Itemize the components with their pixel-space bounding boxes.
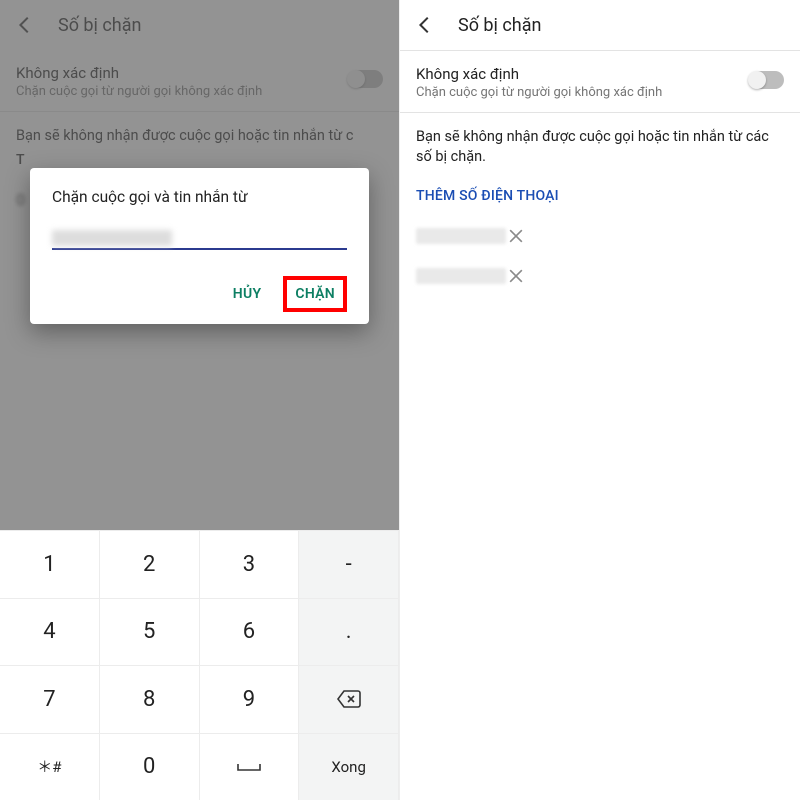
- add-number-link[interactable]: THÊM SỐ ĐIỆN THOẠI: [400, 182, 800, 216]
- key-backspace[interactable]: [299, 665, 399, 733]
- key-symbols[interactable]: ＊#: [0, 733, 100, 800]
- list-item: [400, 216, 800, 256]
- block-button[interactable]: CHẶN: [283, 276, 347, 312]
- unknown-caller-setting[interactable]: Không xác định Chặn cuộc gọi từ người gọ…: [400, 51, 800, 112]
- remove-icon[interactable]: [506, 266, 526, 286]
- cancel-button[interactable]: HỦY: [221, 276, 274, 312]
- key-2[interactable]: 2: [100, 530, 200, 598]
- key-3[interactable]: 3: [200, 530, 300, 598]
- remove-icon[interactable]: [506, 226, 526, 246]
- key-4[interactable]: 4: [0, 598, 100, 666]
- back-icon[interactable]: [414, 14, 436, 36]
- blocked-number: [416, 228, 506, 244]
- dialog-title: Chặn cuộc gọi và tin nhắn từ: [52, 188, 347, 206]
- setting-subtitle: Chặn cuộc gọi từ người gọi không xác địn…: [416, 85, 750, 100]
- block-dialog: Chặn cuộc gọi và tin nhắn từ HỦY CHẶN: [30, 168, 369, 324]
- setting-title: Không xác định: [416, 65, 750, 83]
- key-9[interactable]: 9: [200, 665, 300, 733]
- toggle-switch[interactable]: [750, 71, 784, 89]
- key-0[interactable]: 0: [100, 733, 200, 800]
- key-dot[interactable]: .: [299, 598, 399, 666]
- list-item: [400, 256, 800, 296]
- page-title: Số bị chặn: [458, 15, 541, 36]
- numeric-keypad: 1 2 3 - 4 5 6 . 7 8 9 ＊# 0: [0, 530, 399, 800]
- key-1[interactable]: 1: [0, 530, 100, 598]
- key-space[interactable]: [200, 733, 300, 800]
- header: Số bị chặn: [400, 0, 800, 50]
- phone-input[interactable]: [52, 232, 347, 250]
- key-5[interactable]: 5: [100, 598, 200, 666]
- key-7[interactable]: 7: [0, 665, 100, 733]
- key-dash[interactable]: -: [299, 530, 399, 598]
- key-done[interactable]: Xong: [299, 733, 399, 800]
- body-text: Bạn sẽ không nhận được cuộc gọi hoặc tin…: [400, 113, 800, 182]
- key-6[interactable]: 6: [200, 598, 300, 666]
- key-8[interactable]: 8: [100, 665, 200, 733]
- blocked-number: [416, 268, 506, 284]
